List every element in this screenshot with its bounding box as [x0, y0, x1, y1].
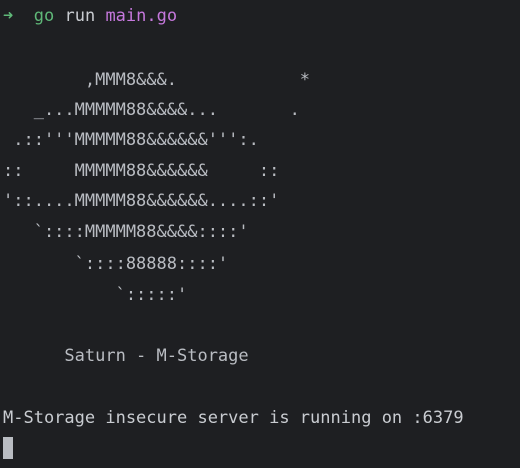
terminal-window[interactable]: ➜ go run main.go ,MMM8&&&. * _...MMMMM88… — [0, 0, 520, 468]
text-cursor — [3, 437, 13, 459]
ascii-art-line: `::::88888::::' — [3, 254, 229, 274]
server-output: M-Storage insecure server is running on … — [3, 408, 464, 428]
command-go: go — [33, 6, 55, 26]
ascii-art-line: :: MMMMM88&&&&&& :: — [3, 161, 280, 181]
prompt-arrow-icon: ➜ — [3, 6, 14, 26]
ascii-art-line: `::::MMMMM88&&&&::::' — [3, 222, 249, 242]
ascii-art-line: .::'''MMMMM88&&&&&&''':. — [3, 130, 259, 150]
command-argument: main.go — [105, 6, 178, 26]
banner-text: Saturn - M-Storage — [3, 346, 249, 366]
prompt-line: ➜ go run main.go — [3, 6, 177, 26]
ascii-art-line: `:::::' — [3, 285, 188, 305]
ascii-art-line: ,MMM8&&&. * — [3, 70, 311, 90]
command-run: run — [64, 6, 96, 26]
ascii-art-line: _...MMMMM88&&&&... . — [3, 100, 300, 120]
ascii-art-line: '::....MMMMM88&&&&&&....::' — [3, 191, 280, 211]
